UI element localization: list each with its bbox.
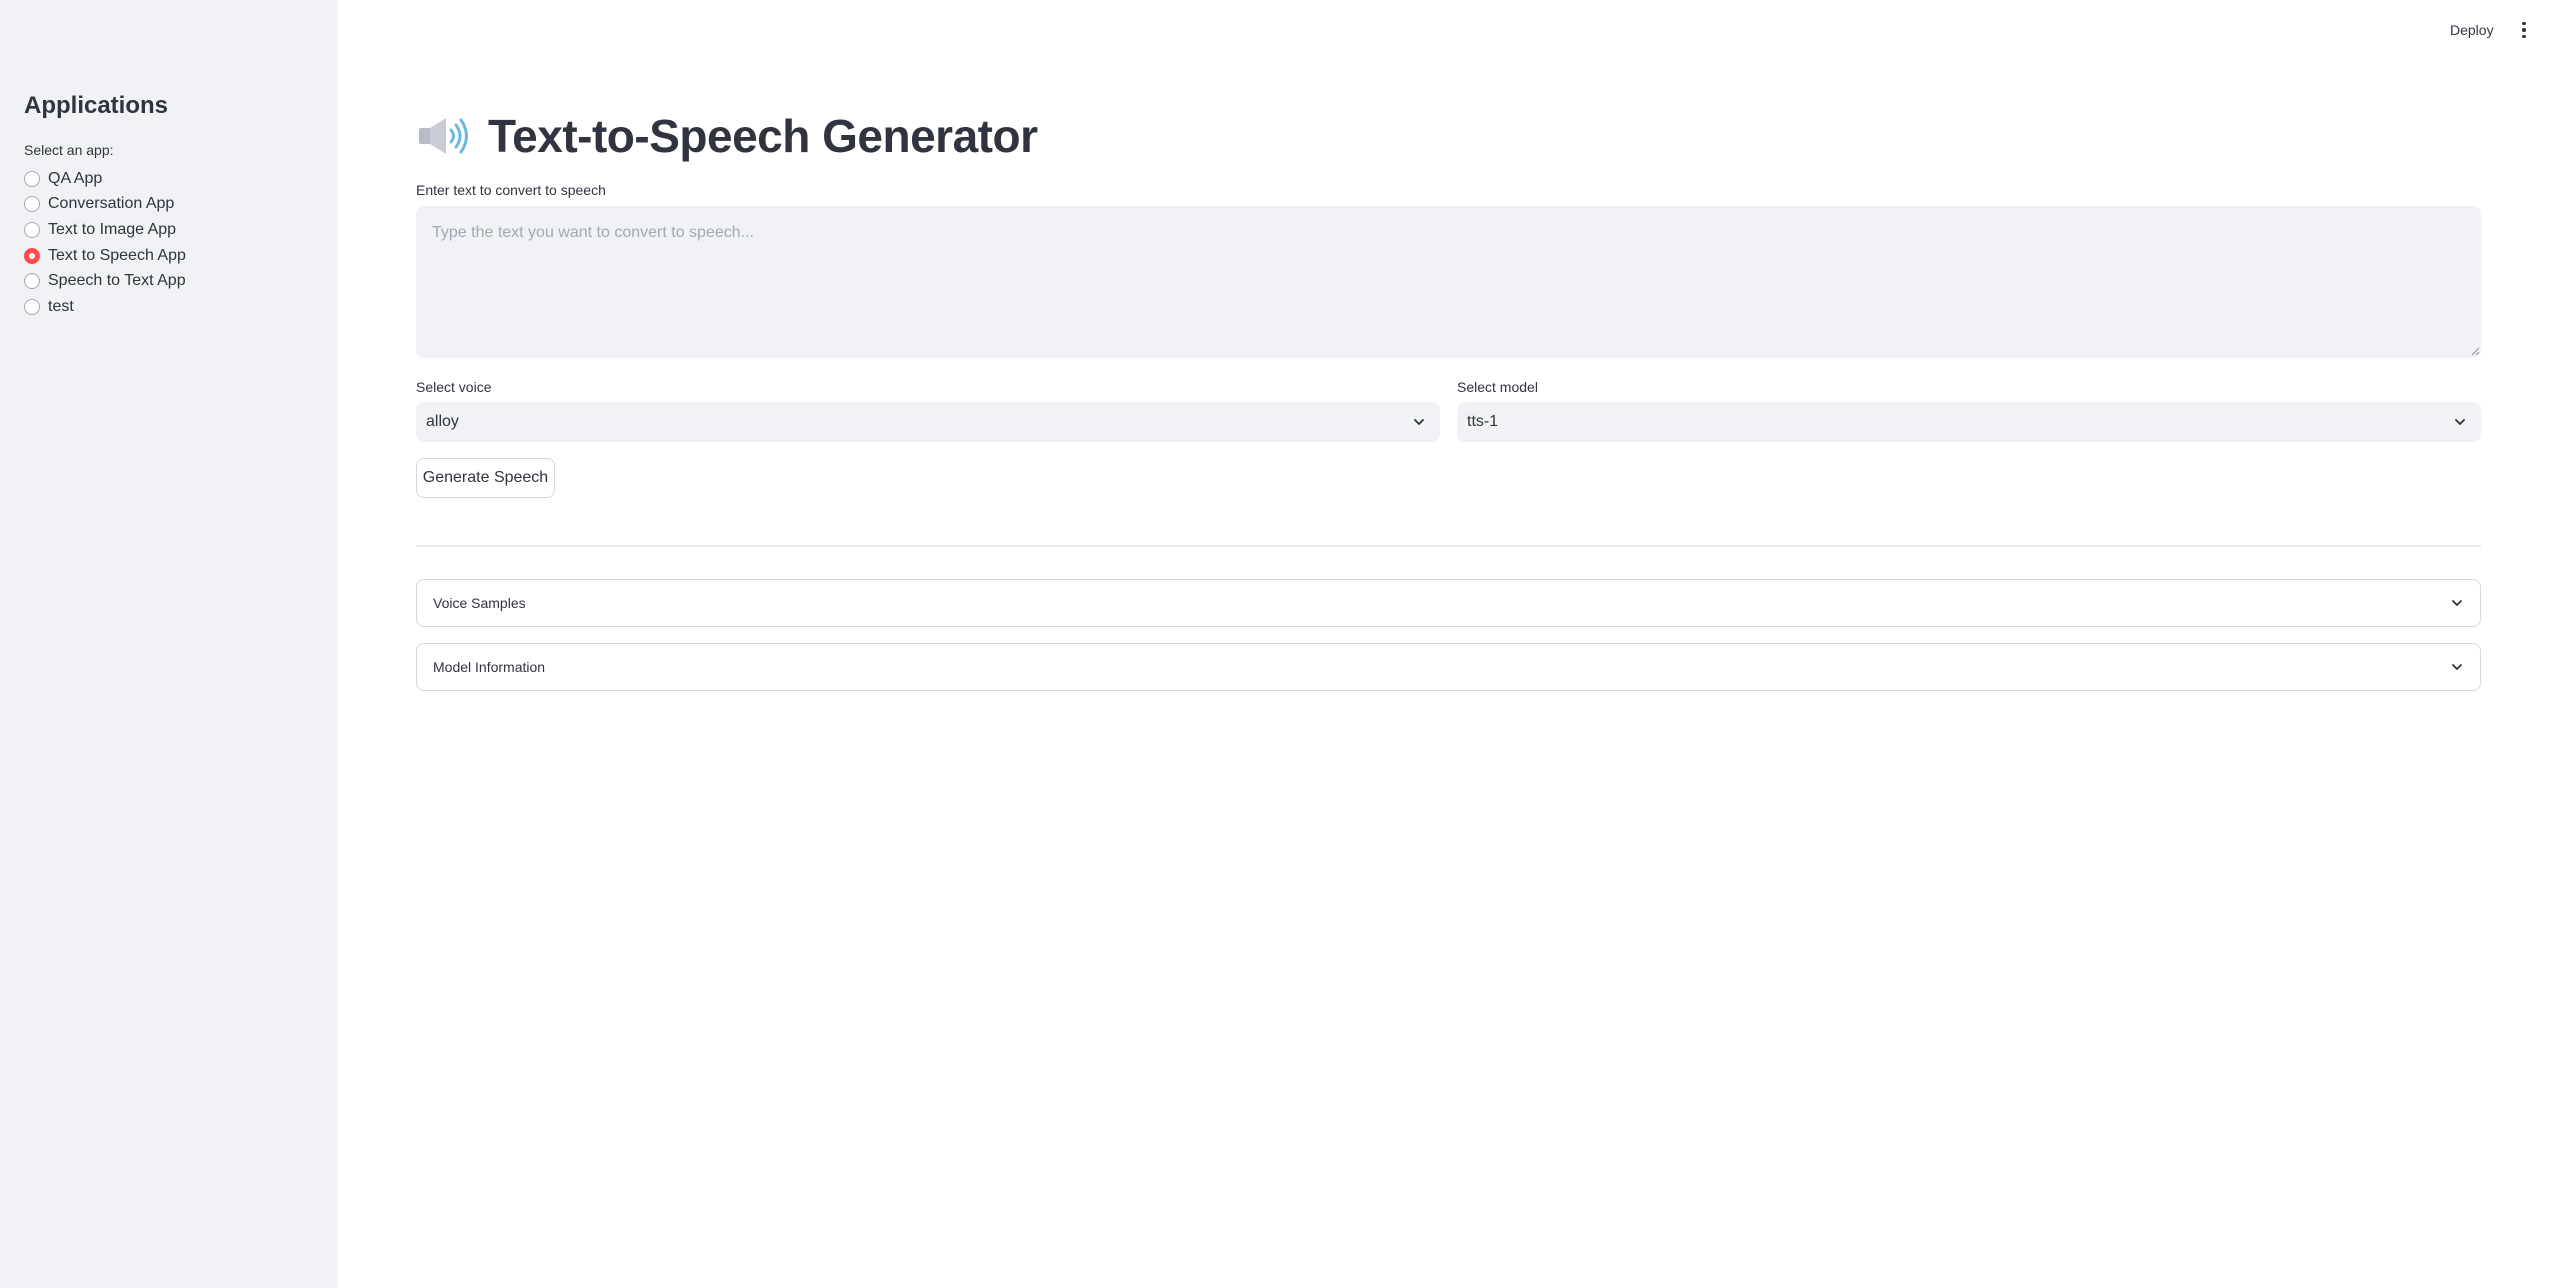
app-radio-group: QA App Conversation App Text to Image Ap… [24, 166, 186, 320]
speech-text-input[interactable] [416, 206, 2481, 358]
expander-label: Voice Samples [433, 595, 526, 611]
model-select-value: tts-1 [1467, 413, 1499, 430]
radio-option-speech-to-text-app[interactable]: Speech to Text App [24, 268, 186, 294]
resize-handle-icon[interactable] [2470, 346, 2480, 356]
chevron-down-icon [2452, 664, 2462, 670]
app-select-label: Select an app: [24, 142, 114, 158]
radio-option-label: Speech to Text App [48, 272, 186, 290]
radio-option-qa-app[interactable]: QA App [24, 166, 186, 192]
model-select[interactable]: tts-1 [1457, 402, 2481, 442]
radio-option-label: test [48, 297, 74, 315]
main-menu-icon[interactable] [2514, 18, 2534, 42]
radio-option-label: QA App [48, 169, 103, 187]
voice-select-label: Select voice [416, 379, 492, 395]
radio-circle[interactable] [24, 170, 40, 187]
radio-circle[interactable] [24, 298, 40, 315]
model-select-label: Select model [1457, 379, 1538, 395]
sidebar-title: Applications [24, 92, 169, 119]
radio-option-label: Conversation App [48, 195, 175, 213]
chevron-down-icon [2452, 600, 2462, 606]
text-input-label: Enter text to convert to speech [416, 182, 606, 198]
radio-option-label: Text to Image App [48, 220, 177, 238]
page-title-text: Text-to-Speech Generator [488, 110, 1038, 162]
radio-option-text-to-speech-app[interactable]: Text to Speech App [24, 243, 186, 269]
radio-circle-selected[interactable] [24, 247, 40, 264]
divider [416, 545, 2481, 547]
generate-speech-button[interactable]: Generate Speech [416, 458, 555, 498]
chevron-down-icon [2455, 419, 2465, 425]
expander-model-information[interactable]: Model Information [416, 643, 2481, 691]
deploy-button[interactable]: Deploy [2450, 18, 2494, 42]
chevron-down-icon [1414, 419, 1424, 425]
sidebar: Applications Select an app: QA App Conve… [0, 0, 337, 1288]
radio-circle[interactable] [24, 273, 40, 290]
radio-option-label: Text to Speech App [48, 246, 186, 264]
radio-circle[interactable] [24, 221, 40, 238]
speaker-icon [419, 118, 468, 154]
radio-option-test[interactable]: test [24, 294, 186, 320]
app-root: Applications Select an app: QA App Conve… [0, 0, 2553, 1288]
radio-option-text-to-image-app[interactable]: Text to Image App [24, 217, 186, 243]
expander-voice-samples[interactable]: Voice Samples [416, 579, 2481, 627]
voice-select-value: alloy [426, 413, 459, 430]
voice-select[interactable]: alloy [416, 402, 1440, 442]
expander-label: Model Information [433, 659, 546, 675]
page-title: Text-to-Speech Generator [416, 106, 1038, 166]
radio-circle[interactable] [24, 196, 40, 213]
radio-option-conversation-app[interactable]: Conversation App [24, 192, 186, 218]
